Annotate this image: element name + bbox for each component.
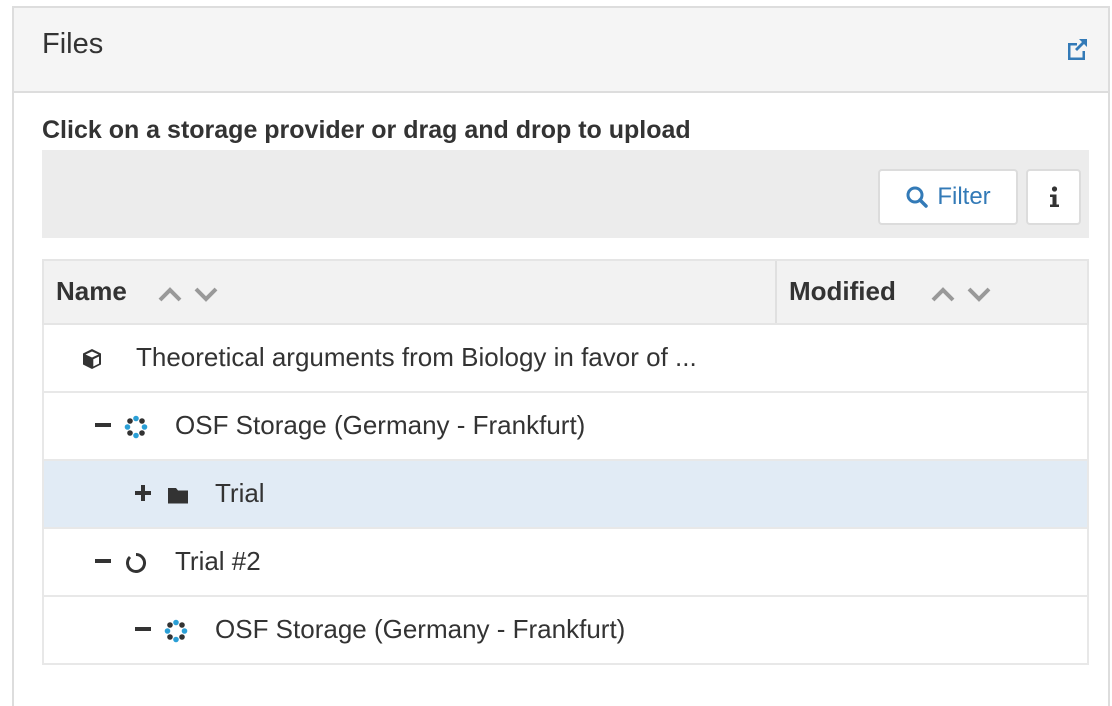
collapse-toggle[interactable] (94, 415, 114, 435)
column-modified-label: Modified (789, 276, 896, 306)
row-name: Trial #2 (175, 546, 261, 576)
toolbar: Filter (42, 150, 1089, 238)
column-name-label: Name (56, 276, 127, 306)
filter-label: Filter (937, 183, 991, 210)
file-tree-grid: Name Modified Theoretical arguments from… (42, 259, 1089, 665)
sort-arrows-icon[interactable] (156, 285, 222, 303)
folder-icon (168, 488, 188, 504)
collapse-toggle[interactable] (134, 619, 154, 639)
tree-row-storage[interactable]: OSF Storage (Germany - Frankfurt) (42, 597, 1089, 665)
minus-icon (135, 627, 151, 631)
row-name: Trial (215, 478, 265, 508)
tree-row-project[interactable]: Theoretical arguments from Biology in fa… (42, 325, 1089, 393)
osf-storage-icon (124, 415, 148, 439)
minus-icon (95, 559, 111, 563)
expand-toggle[interactable] (134, 483, 154, 503)
panel-title: Files (42, 28, 104, 60)
column-name: Name (44, 261, 777, 323)
row-name: OSF Storage (Germany - Frankfurt) (175, 410, 586, 440)
osf-storage-icon (164, 619, 188, 643)
row-name: OSF Storage (Germany - Frankfurt) (215, 614, 626, 644)
plus-icon (135, 485, 151, 501)
tree-row-storage[interactable]: OSF Storage (Germany - Frankfurt) (42, 393, 1089, 461)
search-icon (906, 186, 929, 208)
row-name: Theoretical arguments from Biology in fa… (136, 342, 697, 372)
tree-row-folder[interactable]: Trial (42, 461, 1089, 529)
tree-row-component[interactable]: Trial #2 (42, 529, 1089, 597)
external-link-icon[interactable] (1064, 36, 1090, 62)
grid-header: Name Modified (42, 259, 1089, 325)
collapse-toggle[interactable] (94, 551, 114, 571)
upload-instructions: Click on a storage provider or drag and … (42, 116, 691, 144)
info-button[interactable] (1026, 169, 1081, 225)
filter-button[interactable]: Filter (878, 169, 1018, 225)
cube-icon (83, 349, 101, 369)
column-modified: Modified (777, 261, 1087, 323)
files-panel: Files Click on a storage provider or dra… (12, 6, 1110, 706)
circle-icon (126, 553, 146, 573)
sort-arrows-icon[interactable] (929, 285, 995, 303)
panel-header: Files (14, 8, 1108, 93)
minus-icon (95, 423, 111, 427)
info-icon (1049, 186, 1059, 207)
